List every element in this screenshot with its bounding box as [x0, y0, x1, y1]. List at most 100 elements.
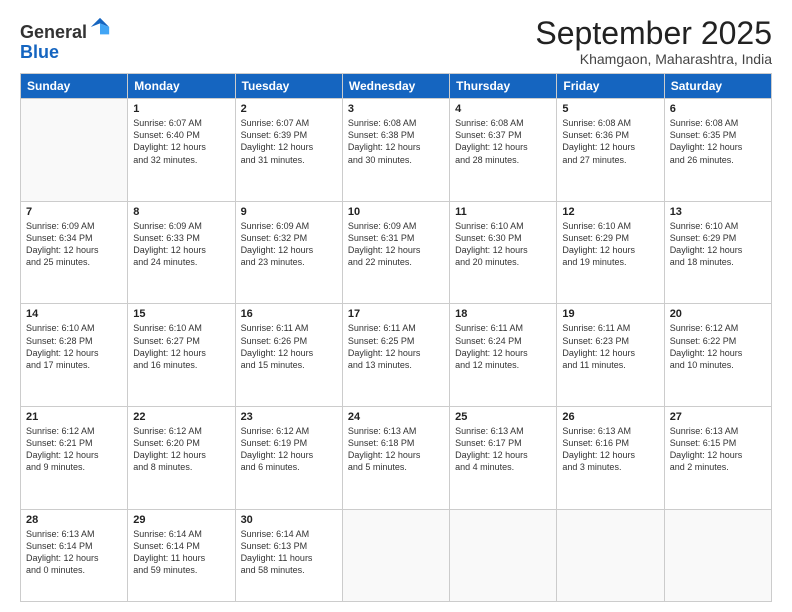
day-number: 12: [562, 206, 658, 218]
table-row: 25Sunrise: 6:13 AMSunset: 6:17 PMDayligh…: [450, 407, 557, 510]
day-info: Sunrise: 6:09 AMSunset: 6:31 PMDaylight:…: [348, 220, 444, 269]
day-info: Sunrise: 6:11 AMSunset: 6:26 PMDaylight:…: [241, 322, 337, 371]
day-info: Sunrise: 6:09 AMSunset: 6:33 PMDaylight:…: [133, 220, 229, 269]
logo-blue: Blue: [20, 42, 59, 62]
table-row: 13 Sunrise: 6:10 AMSunset: 6:29 PMDayligh…: [664, 201, 771, 304]
day-number: 30: [241, 514, 337, 526]
week-row-2: 14 Sunrise: 6:10 AMSunset: 6:28 PMDayligh…: [21, 304, 772, 407]
table-row: 29 Sunrise: 6:14 AMSunset: 6:14 PMDayligh…: [128, 509, 235, 601]
day-number: 14: [26, 308, 122, 320]
day-number: 21: [26, 411, 122, 423]
col-monday: Monday: [128, 74, 235, 99]
table-row: 1 Sunrise: 6:07 AMSunset: 6:40 PMDaylight…: [128, 99, 235, 202]
day-info: Sunrise: 6:08 AMSunset: 6:38 PMDaylight:…: [348, 117, 444, 166]
day-number: 18: [455, 308, 551, 320]
logo-general: General: [20, 22, 87, 42]
day-number: 27: [670, 411, 766, 423]
day-info: Sunrise: 6:09 AMSunset: 6:34 PMDaylight:…: [26, 220, 122, 269]
table-row: 22 Sunrise: 6:12 AMSunset: 6:20 PMDayligh…: [128, 407, 235, 510]
day-number: 19: [562, 308, 658, 320]
col-wednesday: Wednesday: [342, 74, 449, 99]
header-row: Sunday Monday Tuesday Wednesday Thursday…: [21, 74, 772, 99]
table-row: 15Sunrise: 6:10 AMSunset: 6:27 PMDayligh…: [128, 304, 235, 407]
table-row: 28 Sunrise: 6:13 AMSunset: 6:14 PMDayligh…: [21, 509, 128, 601]
day-number: 9: [241, 206, 337, 218]
week-row-0: 1 Sunrise: 6:07 AMSunset: 6:40 PMDaylight…: [21, 99, 772, 202]
table-row: 26Sunrise: 6:13 AMSunset: 6:16 PMDayligh…: [557, 407, 664, 510]
day-number: 23: [241, 411, 337, 423]
day-info: Sunrise: 6:07 AMSunset: 6:40 PMDaylight:…: [133, 117, 229, 166]
table-row: 8 Sunrise: 6:09 AMSunset: 6:33 PMDaylight…: [128, 201, 235, 304]
day-info: Sunrise: 6:12 AMSunset: 6:20 PMDaylight:…: [133, 425, 229, 474]
table-row: 3 Sunrise: 6:08 AMSunset: 6:38 PMDaylight…: [342, 99, 449, 202]
col-tuesday: Tuesday: [235, 74, 342, 99]
day-info: Sunrise: 6:08 AMSunset: 6:37 PMDaylight:…: [455, 117, 551, 166]
table-row: [450, 509, 557, 601]
title-section: September 2025 Khamgaon, Maharashtra, In…: [535, 16, 772, 67]
table-row: 21Sunrise: 6:12 AMSunset: 6:21 PMDayligh…: [21, 407, 128, 510]
table-row: 17 Sunrise: 6:11 AMSunset: 6:25 PMDayligh…: [342, 304, 449, 407]
day-info: Sunrise: 6:14 AMSunset: 6:14 PMDaylight:…: [133, 528, 229, 577]
logo-text: General Blue: [20, 16, 111, 63]
day-info: Sunrise: 6:13 AMSunset: 6:18 PMDaylight:…: [348, 425, 444, 474]
week-row-4: 28 Sunrise: 6:13 AMSunset: 6:14 PMDayligh…: [21, 509, 772, 601]
day-number: 8: [133, 206, 229, 218]
table-row: 27Sunrise: 6:13 AMSunset: 6:15 PMDayligh…: [664, 407, 771, 510]
day-number: 1: [133, 103, 229, 115]
day-info: Sunrise: 6:13 AMSunset: 6:16 PMDaylight:…: [562, 425, 658, 474]
table-row: [557, 509, 664, 601]
table-row: 12 Sunrise: 6:10 AMSunset: 6:29 PMDayligh…: [557, 201, 664, 304]
day-number: 17: [348, 308, 444, 320]
table-row: 5 Sunrise: 6:08 AMSunset: 6:36 PMDaylight…: [557, 99, 664, 202]
day-number: 29: [133, 514, 229, 526]
table-row: [342, 509, 449, 601]
day-number: 2: [241, 103, 337, 115]
day-number: 6: [670, 103, 766, 115]
logo-icon: [89, 16, 111, 38]
day-info: Sunrise: 6:12 AMSunset: 6:22 PMDaylight:…: [670, 322, 766, 371]
page: General Blue September 2025 Khamgaon, Ma…: [0, 0, 792, 612]
day-number: 13: [670, 206, 766, 218]
day-info: Sunrise: 6:13 AMSunset: 6:17 PMDaylight:…: [455, 425, 551, 474]
day-number: 5: [562, 103, 658, 115]
table-row: 30 Sunrise: 6:14 AMSunset: 6:13 PMDayligh…: [235, 509, 342, 601]
table-row: 6 Sunrise: 6:08 AMSunset: 6:35 PMDaylight…: [664, 99, 771, 202]
day-info: Sunrise: 6:13 AMSunset: 6:14 PMDaylight:…: [26, 528, 122, 577]
day-number: 15: [133, 308, 229, 320]
week-row-3: 21Sunrise: 6:12 AMSunset: 6:21 PMDayligh…: [21, 407, 772, 510]
day-info: Sunrise: 6:10 AMSunset: 6:29 PMDaylight:…: [670, 220, 766, 269]
day-info: Sunrise: 6:08 AMSunset: 6:36 PMDaylight:…: [562, 117, 658, 166]
day-info: Sunrise: 6:09 AMSunset: 6:32 PMDaylight:…: [241, 220, 337, 269]
day-info: Sunrise: 6:10 AMSunset: 6:28 PMDaylight:…: [26, 322, 122, 371]
logo: General Blue: [20, 16, 111, 63]
col-sunday: Sunday: [21, 74, 128, 99]
day-info: Sunrise: 6:11 AMSunset: 6:23 PMDaylight:…: [562, 322, 658, 371]
day-number: 22: [133, 411, 229, 423]
day-info: Sunrise: 6:08 AMSunset: 6:35 PMDaylight:…: [670, 117, 766, 166]
location: Khamgaon, Maharashtra, India: [535, 51, 772, 67]
day-number: 4: [455, 103, 551, 115]
week-row-1: 7 Sunrise: 6:09 AMSunset: 6:34 PMDaylight…: [21, 201, 772, 304]
col-saturday: Saturday: [664, 74, 771, 99]
day-info: Sunrise: 6:10 AMSunset: 6:29 PMDaylight:…: [562, 220, 658, 269]
table-row: 9 Sunrise: 6:09 AMSunset: 6:32 PMDaylight…: [235, 201, 342, 304]
month-title: September 2025: [535, 16, 772, 51]
day-number: 28: [26, 514, 122, 526]
table-row: 16 Sunrise: 6:11 AMSunset: 6:26 PMDayligh…: [235, 304, 342, 407]
table-row: 23 Sunrise: 6:12 AMSunset: 6:19 PMDayligh…: [235, 407, 342, 510]
table-row: 18Sunrise: 6:11 AMSunset: 6:24 PMDayligh…: [450, 304, 557, 407]
day-number: 3: [348, 103, 444, 115]
day-info: Sunrise: 6:12 AMSunset: 6:19 PMDaylight:…: [241, 425, 337, 474]
day-number: 10: [348, 206, 444, 218]
day-number: 20: [670, 308, 766, 320]
day-number: 7: [26, 206, 122, 218]
table-row: 4 Sunrise: 6:08 AMSunset: 6:37 PMDaylight…: [450, 99, 557, 202]
table-row: 20 Sunrise: 6:12 AMSunset: 6:22 PMDayligh…: [664, 304, 771, 407]
day-number: 16: [241, 308, 337, 320]
table-row: [21, 99, 128, 202]
day-info: Sunrise: 6:11 AMSunset: 6:25 PMDaylight:…: [348, 322, 444, 371]
table-row: 14 Sunrise: 6:10 AMSunset: 6:28 PMDayligh…: [21, 304, 128, 407]
table-row: 19 Sunrise: 6:11 AMSunset: 6:23 PMDayligh…: [557, 304, 664, 407]
day-info: Sunrise: 6:14 AMSunset: 6:13 PMDaylight:…: [241, 528, 337, 577]
header: General Blue September 2025 Khamgaon, Ma…: [20, 16, 772, 67]
